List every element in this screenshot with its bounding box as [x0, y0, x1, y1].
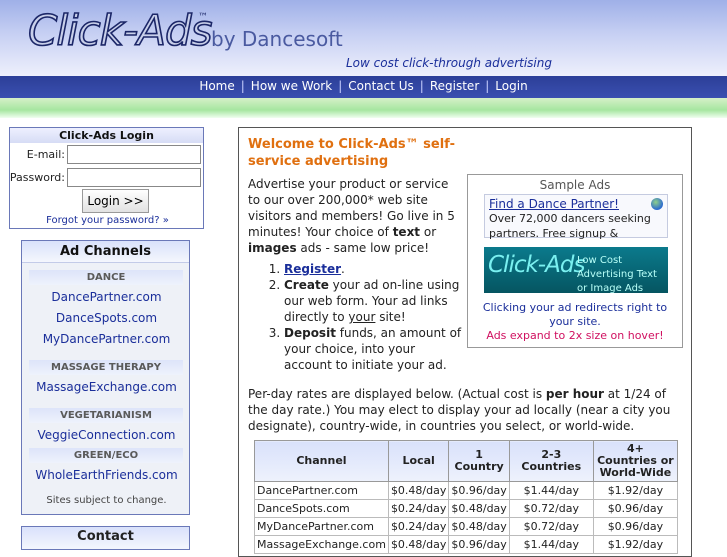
password-label: Password: — [9, 171, 65, 184]
nav-login[interactable]: Login — [489, 79, 533, 93]
table-cell: $0.96/day — [592, 517, 679, 536]
sample-ads-note: Clicking your ad redirects right to your… — [482, 301, 668, 328]
sample-ads-box: Sample Ads Find a Dance Partner! Over 72… — [467, 174, 683, 348]
channel-link-dancepartner[interactable]: DancePartner.com — [22, 290, 191, 304]
rates-paragraph: Per-day rates are displayed below. (Actu… — [248, 386, 680, 434]
step-register: Register. — [284, 261, 463, 277]
col-header-channel: Channel — [254, 440, 389, 482]
password-field[interactable] — [67, 168, 201, 187]
site-tagline: Low cost click-through advertising — [346, 56, 552, 70]
table-cell: $0.96/day — [592, 499, 679, 518]
forgot-password-link[interactable]: Forgot your password? » — [10, 215, 205, 226]
main-content-panel: Welcome to Click-Ads™ self-service adver… — [238, 127, 692, 557]
nav-register[interactable]: Register — [424, 79, 485, 93]
intro-text-2: ads - same low price! — [296, 241, 430, 255]
image-ad-logo: Click-Ads — [488, 252, 585, 278]
category-vegetarianism: VEGETARIANISM — [29, 408, 183, 423]
header-accent-bar — [0, 98, 727, 118]
nav-how-we-work[interactable]: How we Work — [245, 79, 338, 93]
rates-header-row: Channel Local 1 Country 2-3 Countries 4+… — [254, 440, 679, 482]
register-link[interactable]: Register — [284, 262, 341, 276]
trademark-mark: ™ — [198, 12, 208, 23]
step-text: site! — [375, 310, 406, 324]
email-label: E-mail: — [26, 148, 65, 161]
step-deposit: Deposit funds, an amount of your choice,… — [284, 325, 463, 373]
step-lead: Deposit — [284, 326, 336, 340]
site-logo[interactable]: Click-Ads — [27, 5, 213, 56]
channel-link-massageexchange[interactable]: MassageExchange.com — [22, 380, 191, 394]
table-cell: DancePartner.com — [254, 481, 389, 500]
intro-paragraph: Advertise your product or service to our… — [248, 176, 460, 256]
channels-note: Sites subject to change. — [46, 495, 167, 506]
table-cell: $0.24/day — [387, 499, 450, 518]
step-create: Create your ad on-line using our web for… — [284, 277, 463, 325]
sample-ads-title: Sample Ads — [539, 178, 611, 192]
sample-ads-hover-note: Ads expand to 2x size on hover! — [486, 329, 664, 342]
table-row: MyDancePartner.com $0.24/day $0.48/day $… — [254, 517, 679, 536]
col-header-4-plus-countries: 4+ Countries or World-Wide — [592, 440, 679, 482]
welcome-heading: Welcome to Click-Ads™ self-service adver… — [248, 137, 456, 169]
step-your: your — [348, 310, 376, 324]
signup-steps: Register. Create your ad on-line using o… — [248, 261, 463, 373]
logo-byline: by Dancesoft — [211, 27, 343, 51]
channel-link-wholeearthfriends[interactable]: WholeEarthFriends.com — [22, 468, 191, 482]
channel-link-mydancepartner[interactable]: MyDancePartner.com — [22, 332, 191, 346]
col-header-local: Local — [387, 440, 450, 482]
table-row: DanceSpots.com $0.24/day $0.48/day $0.72… — [254, 499, 679, 518]
table-cell: $0.72/day — [508, 499, 594, 518]
sample-text-ad[interactable]: Find a Dance Partner! Over 72,000 dancer… — [484, 194, 668, 240]
step-lead: Create — [284, 278, 329, 292]
rates-text-1: Per-day rates are displayed below. (Actu… — [248, 387, 546, 401]
password-row: Password: — [10, 168, 205, 188]
ad-channels-panel: Ad Channels DANCE DancePartner.com Dance… — [21, 240, 190, 515]
intro-or: or — [420, 225, 437, 239]
table-cell: $1.44/day — [508, 481, 594, 500]
table-cell: $0.96/day — [448, 481, 510, 500]
intro-images-keyword: images — [248, 241, 297, 255]
globe-icon — [651, 198, 663, 210]
category-green-eco: GREEN/ECO — [29, 448, 183, 463]
table-cell: $1.92/day — [592, 481, 679, 500]
channel-link-dancespots[interactable]: DanceSpots.com — [22, 311, 191, 325]
channel-link-veggieconnection[interactable]: VeggieConnection.com — [22, 428, 191, 442]
rates-text-bold: per hour — [545, 387, 604, 401]
sample-ad-link[interactable]: Find a Dance Partner! — [489, 197, 663, 211]
nav-home[interactable]: Home — [193, 79, 240, 93]
rates-table: Channel Local 1 Country 2-3 Countries 4+… — [254, 440, 679, 554]
contact-panel-title: Contact — [21, 526, 190, 550]
sample-ad-text: Over 72,000 dancers seeking partners. Fr… — [489, 212, 651, 240]
intro-text-keyword: text — [392, 225, 421, 239]
category-dance: DANCE — [29, 270, 183, 285]
email-row: E-mail: — [10, 145, 205, 165]
col-header-1-country: 1 Country — [448, 440, 510, 482]
site-header: Click-Ads ™ by Dancesoft Low cost click-… — [0, 0, 727, 76]
table-row: DancePartner.com $0.48/day $0.96/day $1.… — [254, 481, 679, 500]
table-cell: $0.48/day — [387, 481, 450, 500]
category-massage-therapy: MASSAGE THERAPY — [29, 360, 183, 375]
col-header-2-3-countries: 2-3 Countries — [508, 440, 594, 482]
table-cell: $0.48/day — [448, 499, 510, 518]
sample-image-ad[interactable]: Click-Ads Low Cost Advertising Text or I… — [484, 247, 668, 294]
main-nav: Home | How we Work | Contact Us | Register | Log… — [0, 76, 727, 98]
step-text: . — [341, 262, 345, 276]
table-cell: $0.48/day — [448, 517, 510, 536]
nav-contact-us[interactable]: Contact Us — [342, 79, 420, 93]
table-cell: $0.72/day — [508, 517, 594, 536]
login-box: Click-Ads Login E-mail: Password: Login … — [9, 127, 204, 229]
login-button[interactable]: Login >> — [82, 189, 149, 213]
table-cell: MyDancePartner.com — [254, 517, 389, 536]
table-cell: $0.24/day — [387, 517, 450, 536]
image-ad-caption: Low Cost Advertising Text or Image Ads — [577, 255, 657, 294]
login-title: Click-Ads Login — [10, 128, 203, 143]
table-cell: DanceSpots.com — [254, 499, 389, 518]
email-field[interactable] — [67, 145, 201, 164]
ad-channels-title: Ad Channels — [22, 241, 189, 263]
